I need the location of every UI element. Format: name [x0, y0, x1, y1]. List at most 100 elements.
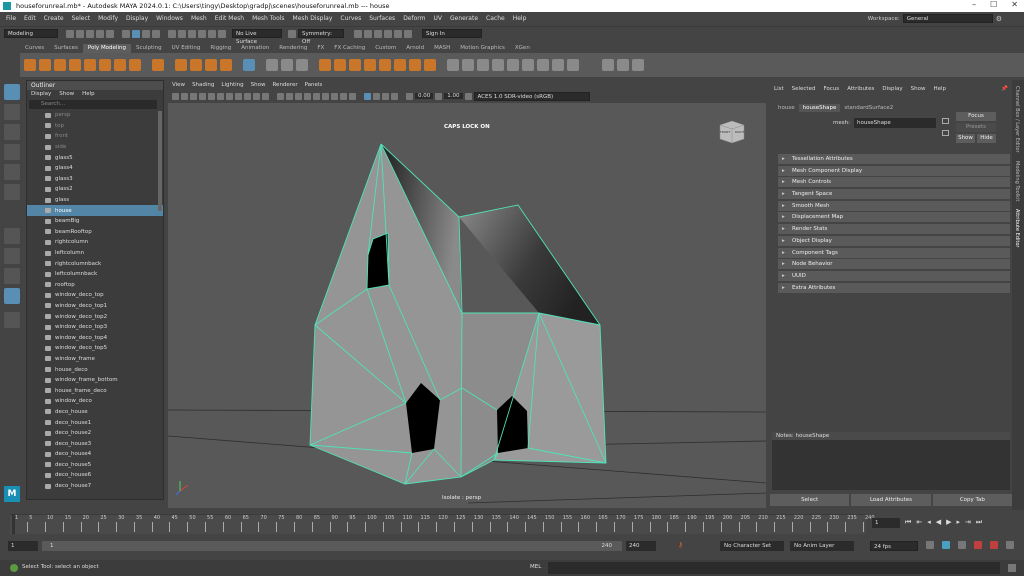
automatic-map-icon[interactable] — [552, 59, 564, 71]
ae-menu-display[interactable]: Display — [882, 84, 902, 94]
outliner-item[interactable]: rooftop — [27, 280, 163, 291]
color-management-icon[interactable] — [464, 92, 472, 100]
sculpt-tool-icon[interactable] — [617, 59, 629, 71]
range-slider[interactable]: 1 240 — [42, 541, 622, 551]
menu-select[interactable]: Select — [72, 15, 91, 22]
use-all-lights-icon[interactable] — [313, 92, 320, 100]
viewport-menu-view[interactable]: View — [172, 80, 185, 90]
viewport-menu-shading[interactable]: Shading — [192, 80, 214, 90]
channel-box-tab[interactable]: Channel Box / Layer Editor — [1014, 86, 1020, 153]
gate-mask-icon[interactable] — [235, 92, 242, 100]
outliner-item[interactable]: deco_house1 — [27, 417, 163, 428]
textured-icon[interactable] — [304, 92, 311, 100]
color-space-dropdown[interactable]: ACES 1.0 SDR-video (sRGB) — [473, 91, 590, 101]
menu-curves[interactable]: Curves — [340, 15, 361, 22]
focus-button[interactable]: Focus — [956, 112, 996, 121]
snap-grid-icon[interactable] — [168, 29, 176, 38]
time-slider[interactable]: 1 5 10 15 20 25 30 35 40 45 50 55 60 65 70 75 80 85 90 95 10… — [0, 512, 1024, 538]
outliner-item[interactable]: deco_house3 — [27, 438, 163, 449]
maximize-icon[interactable]: ☐ — [990, 0, 997, 9]
render-setup-icon[interactable] — [404, 29, 412, 38]
attribute-section-header[interactable]: Tangent Space — [778, 189, 1010, 200]
outliner-item[interactable]: deco_house6 — [27, 470, 163, 481]
open-scene-icon[interactable] — [76, 29, 84, 38]
step-forward-key-icon[interactable]: ⇥ — [965, 518, 971, 527]
select-component-icon[interactable] — [142, 29, 150, 38]
menu-help[interactable]: Help — [513, 15, 527, 22]
insert-edge-loop-icon[interactable] — [409, 59, 421, 71]
script-editor-icon[interactable] — [1008, 564, 1016, 572]
append-polygon-icon[interactable] — [379, 59, 391, 71]
pin-icon[interactable]: 📌 — [1001, 84, 1008, 94]
target-weld-icon[interactable] — [424, 59, 436, 71]
command-input[interactable] — [548, 562, 1000, 574]
outliner-item[interactable]: deco_house7 — [27, 481, 163, 492]
select-hierarchy-icon[interactable] — [122, 29, 130, 38]
sign-in-button[interactable]: Sign In — [422, 29, 482, 38]
outliner-item[interactable]: window_deco — [27, 396, 163, 407]
play-backwards-icon[interactable]: ◀ — [936, 518, 941, 527]
menu-edit-mesh[interactable]: Edit Mesh — [215, 15, 244, 22]
current-frame-field[interactable]: 1 — [872, 518, 900, 528]
show-button[interactable]: Show — [956, 134, 975, 143]
poly-sphere-icon[interactable] — [24, 59, 36, 71]
type-text-icon[interactable] — [205, 59, 217, 71]
outliner-item[interactable]: side — [27, 142, 163, 153]
menu-display[interactable]: Display — [126, 15, 148, 22]
bevel-icon[interactable] — [349, 59, 361, 71]
select-object-icon[interactable] — [132, 29, 140, 38]
view-cube[interactable]: FRONT RIGHT — [716, 117, 748, 147]
script-language-label[interactable]: MEL — [530, 564, 541, 570]
ae-menu-list[interactable]: List — [774, 84, 784, 94]
shelf-settings-icon[interactable] — [632, 59, 644, 71]
outliner-item[interactable]: persp — [27, 110, 163, 121]
exposure-field[interactable]: 0.00 — [415, 93, 434, 99]
ae-menu-attributes[interactable]: Attributes — [847, 84, 874, 94]
outliner-item[interactable]: glass5 — [27, 152, 163, 163]
mesh-name-field[interactable]: houseShape — [854, 118, 936, 128]
shelf-tab-arnold[interactable]: Arnold — [401, 44, 429, 53]
perspective-viewport[interactable]: CAPS LOCK ON Isolate : persp FRONT RIGHT — [168, 103, 766, 508]
anim-prefs-icon[interactable] — [990, 541, 998, 549]
viewport-menu-show[interactable]: Show — [251, 80, 266, 90]
render-settings-icon[interactable] — [384, 29, 392, 38]
attribute-section-header[interactable]: Tessellation Attributes — [778, 154, 1010, 164]
outliner-item[interactable]: leftcolumnback — [27, 269, 163, 280]
menu-mesh-display[interactable]: Mesh Display — [293, 15, 333, 22]
render-icon[interactable] — [364, 29, 372, 38]
go-to-start-icon[interactable]: ⏮ — [905, 518, 911, 527]
outliner-item[interactable]: window_frame — [27, 354, 163, 365]
resolution-gate-icon[interactable] — [226, 92, 233, 100]
snap-view-icon[interactable] — [198, 29, 206, 38]
side-by-side-layout-icon[interactable] — [4, 268, 20, 284]
wireframe-on-shaded-icon[interactable] — [295, 92, 302, 100]
sweep-mesh-icon[interactable] — [190, 59, 202, 71]
separate-icon[interactable] — [477, 59, 489, 71]
ae-tab-houseshape[interactable]: houseShape — [798, 104, 841, 112]
delete-history-icon[interactable] — [296, 59, 308, 71]
go-to-end-icon[interactable]: ⏭ — [976, 518, 982, 527]
outliner-menu-help[interactable]: Help — [82, 90, 95, 99]
center-pivot-icon[interactable] — [266, 59, 278, 71]
freeze-transform-icon[interactable] — [281, 59, 293, 71]
menu-generate[interactable]: Generate — [450, 15, 478, 22]
smooth-shade-icon[interactable] — [286, 92, 293, 100]
outliner-item[interactable]: house_frame_deco — [27, 385, 163, 396]
safe-action-icon[interactable] — [253, 92, 260, 100]
symmetry-dropdown[interactable]: Symmetry: Off — [298, 29, 344, 45]
four-view-layout-icon[interactable] — [4, 248, 20, 264]
maya-m-logo[interactable]: M — [4, 486, 20, 502]
outliner-item[interactable]: window_deco_top1 — [27, 301, 163, 312]
outliner-item[interactable]: window_deco_top3 — [27, 322, 163, 333]
focus-in-icon[interactable] — [942, 118, 949, 124]
viewport-menu-panels[interactable]: Panels — [305, 80, 323, 90]
outliner-item[interactable]: deco_house — [27, 407, 163, 418]
outliner-item[interactable]: window_deco_top — [27, 290, 163, 301]
outliner-item[interactable]: window_deco_top4 — [27, 332, 163, 343]
safe-title-icon[interactable] — [262, 92, 269, 100]
workspace-settings-icon[interactable]: ⚙ — [996, 15, 1002, 23]
load-attributes-button[interactable]: Load Attributes — [851, 494, 931, 506]
camera-attributes-icon[interactable] — [172, 92, 179, 100]
attribute-section-header[interactable]: Render Stats — [778, 224, 1010, 235]
bridge-icon[interactable] — [334, 59, 346, 71]
